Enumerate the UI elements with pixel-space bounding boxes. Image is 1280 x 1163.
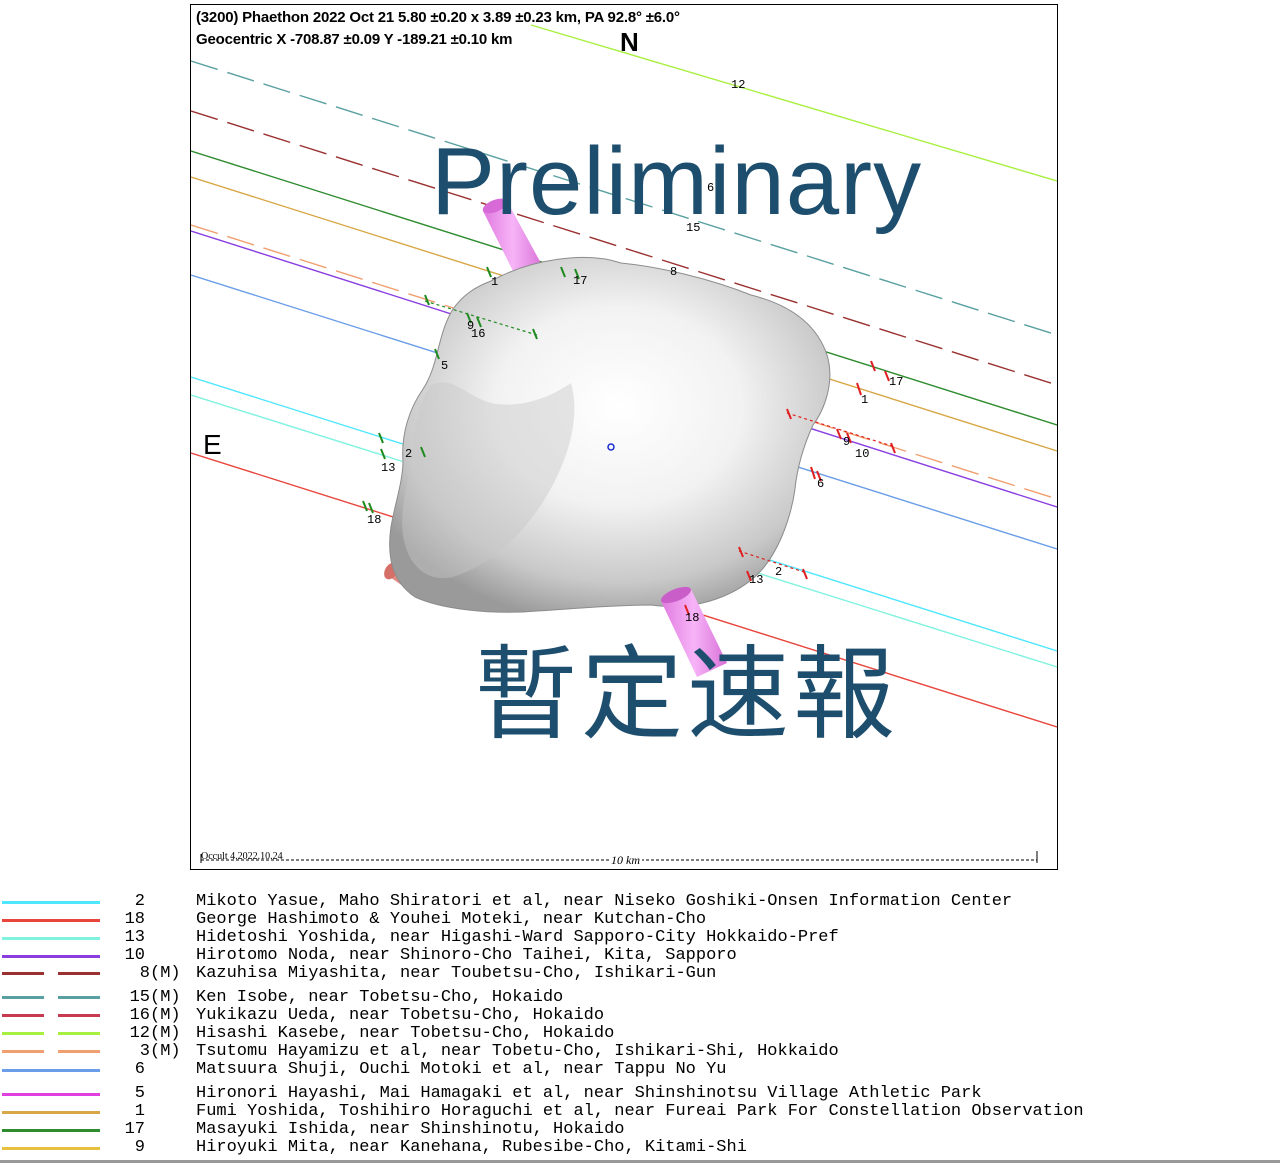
legend-chord-number: 17: [124, 1120, 145, 1139]
legend-row: 18 George Hashimoto & Youhei Moteki, near…: [0, 911, 1280, 929]
legend-line-swatch: [2, 1050, 100, 1053]
legend-row: 6 Matsuura Shuji, Ouchi Motoki et al, nea…: [0, 1061, 1280, 1079]
legend-row: 12 (M) Hisashi Kasebe, near Tobetsu-Cho, H…: [0, 1025, 1280, 1043]
legend-line-swatch: [2, 1014, 100, 1017]
chord-label: 12: [731, 78, 745, 92]
chord-label: 9: [843, 435, 850, 449]
legend-line-swatch: [2, 1111, 100, 1114]
legend-line-swatch: [2, 919, 100, 922]
legend-row: 10 Hirotomo Noda, near Shinoro-Cho Taihei…: [0, 947, 1280, 965]
preliminary-watermark: Preliminary: [431, 128, 923, 235]
legend-chord-number: 3: [139, 1042, 150, 1061]
legend-row: 17 Masayuki Ishida, near Shinshinotu, Hok…: [0, 1121, 1280, 1139]
chord-label: 13: [381, 461, 395, 475]
legend-miss-flag: (M): [150, 964, 181, 983]
chord-label: 17: [573, 274, 587, 288]
legend-line-swatch: [2, 972, 100, 975]
legend-chord-number: 12: [129, 1024, 150, 1043]
legend-chord-number: 13: [124, 928, 145, 947]
legend-observer: Kazuhisa Miyashita, near Toubetsu-Cho, I…: [196, 964, 717, 983]
legend-chord-number: 6: [134, 1060, 145, 1079]
occultation-plot: 12 6 15 8 1 17 9 16 5 2 13 18 17 1 9 10 …: [190, 4, 1058, 870]
legend-chord-number: 9: [134, 1138, 145, 1157]
chord-label: 8: [670, 265, 677, 279]
chord-label: 18: [367, 513, 381, 527]
legend-row: 9 Hiroyuki Mita, near Kanehana, Rubesibe-…: [0, 1139, 1280, 1157]
legend-observer: Matsuura Shuji, Ouchi Motoki et al, near…: [196, 1060, 727, 1079]
legend-miss-flag: (M): [150, 1006, 181, 1025]
legend-observer: Hirotomo Noda, near Shinoro-Cho Taihei, …: [196, 946, 737, 965]
legend-miss-flag: (M): [150, 988, 181, 1007]
legend-row: 13 Hidetoshi Yoshida, near Higashi-Ward S…: [0, 929, 1280, 947]
chord-label: 13: [749, 573, 763, 587]
legend-line-swatch: [2, 955, 100, 958]
plot-header-line-1: (3200) Phaethon 2022 Oct 21 5.80 ±0.20 x…: [196, 9, 680, 26]
legend-line-swatch: [2, 1129, 100, 1132]
legend-observer: Ken Isobe, near Tobetsu-Cho, Hokaido: [196, 988, 564, 1007]
legend-line-swatch: [2, 1069, 100, 1072]
preliminary-watermark-japanese: 暫定速報: [475, 636, 899, 755]
legend-row: 15 (M) Ken Isobe, near Tobetsu-Cho, Hokaid…: [0, 989, 1280, 1007]
legend-observer: Fumi Yoshida, Toshihiro Horaguchi et al,…: [196, 1102, 1084, 1121]
legend-miss-flag: (M): [150, 1042, 181, 1061]
legend-row: 16 (M) Yukikazu Ueda, near Tobetsu-Cho, Ho…: [0, 1007, 1280, 1025]
chord-label: 17: [889, 375, 903, 389]
chord-label: 6: [817, 477, 824, 491]
plot-header-line-2: Geocentric X -708.87 ±0.09 Y -189.21 ±0.…: [196, 31, 513, 48]
legend-line-swatch: [2, 996, 100, 999]
chord-label: 1: [861, 393, 868, 407]
chord-label: 10: [855, 447, 869, 461]
chord-label: 2: [405, 447, 412, 461]
legend-row: 2 Mikoto Yasue, Maho Shiratori et al, nea…: [0, 893, 1280, 911]
chord-label: 1: [491, 275, 498, 289]
legend-line-swatch: [2, 1147, 100, 1150]
chord-label: 16: [471, 327, 485, 341]
legend-observer: Hisashi Kasebe, near Tobetsu-Cho, Hokaid…: [196, 1024, 615, 1043]
chord-label: 5: [441, 359, 448, 373]
legend-chord-number: 16: [129, 1006, 150, 1025]
legend-chord-number: 18: [124, 910, 145, 929]
legend-observer: Mikoto Yasue, Maho Shiratori et al, near…: [196, 892, 1013, 911]
legend-row: 1 Fumi Yoshida, Toshihiro Horaguchi et al…: [0, 1103, 1280, 1121]
legend-chord-number: 8: [139, 964, 150, 983]
legend-line-swatch: [2, 1093, 100, 1096]
east-label: E: [203, 429, 222, 460]
legend-row: 5 Hironori Hayashi, Mai Hamagaki et al, n…: [0, 1085, 1280, 1103]
legend-line-swatch: [2, 937, 100, 940]
legend-observer: Yukikazu Ueda, near Tobetsu-Cho, Hokaido: [196, 1006, 605, 1025]
legend-chord-number: 2: [134, 892, 145, 911]
legend-observer: Hidetoshi Yoshida, near Higashi-Ward Sap…: [196, 928, 839, 947]
north-label: N: [620, 27, 639, 57]
software-credit: Occult 4.2022.10.24: [201, 851, 283, 862]
legend-line-swatch: [2, 901, 100, 904]
legend-observer: Masayuki Ishida, near Shinshinotu, Hokai…: [196, 1120, 625, 1139]
legend-observer: Hiroyuki Mita, near Kanehana, Rubesibe-C…: [196, 1138, 747, 1157]
chord-label: 2: [775, 565, 782, 579]
legend-chord-number: 10: [124, 946, 145, 965]
scale-bar-label: 10 km: [609, 853, 642, 868]
legend-observer: Tsutomu Hayamizu et al, near Tobetu-Cho,…: [196, 1042, 839, 1061]
legend-chord-number: 5: [134, 1084, 145, 1103]
legend-row: 3 (M) Tsutomu Hayamizu et al, near Tobetu-…: [0, 1043, 1280, 1061]
legend-observer: George Hashimoto & Youhei Moteki, near K…: [196, 910, 707, 929]
legend-observer: Hironori Hayashi, Mai Hamagaki et al, ne…: [196, 1084, 982, 1103]
legend-chord-number: 15: [129, 988, 150, 1007]
legend-chord-number: 1: [134, 1102, 145, 1121]
legend-miss-flag: (M): [150, 1024, 181, 1043]
legend-line-swatch: [2, 1032, 100, 1035]
legend-row: 8 (M) Kazuhisa Miyashita, near Toubetsu-Ch…: [0, 965, 1280, 983]
